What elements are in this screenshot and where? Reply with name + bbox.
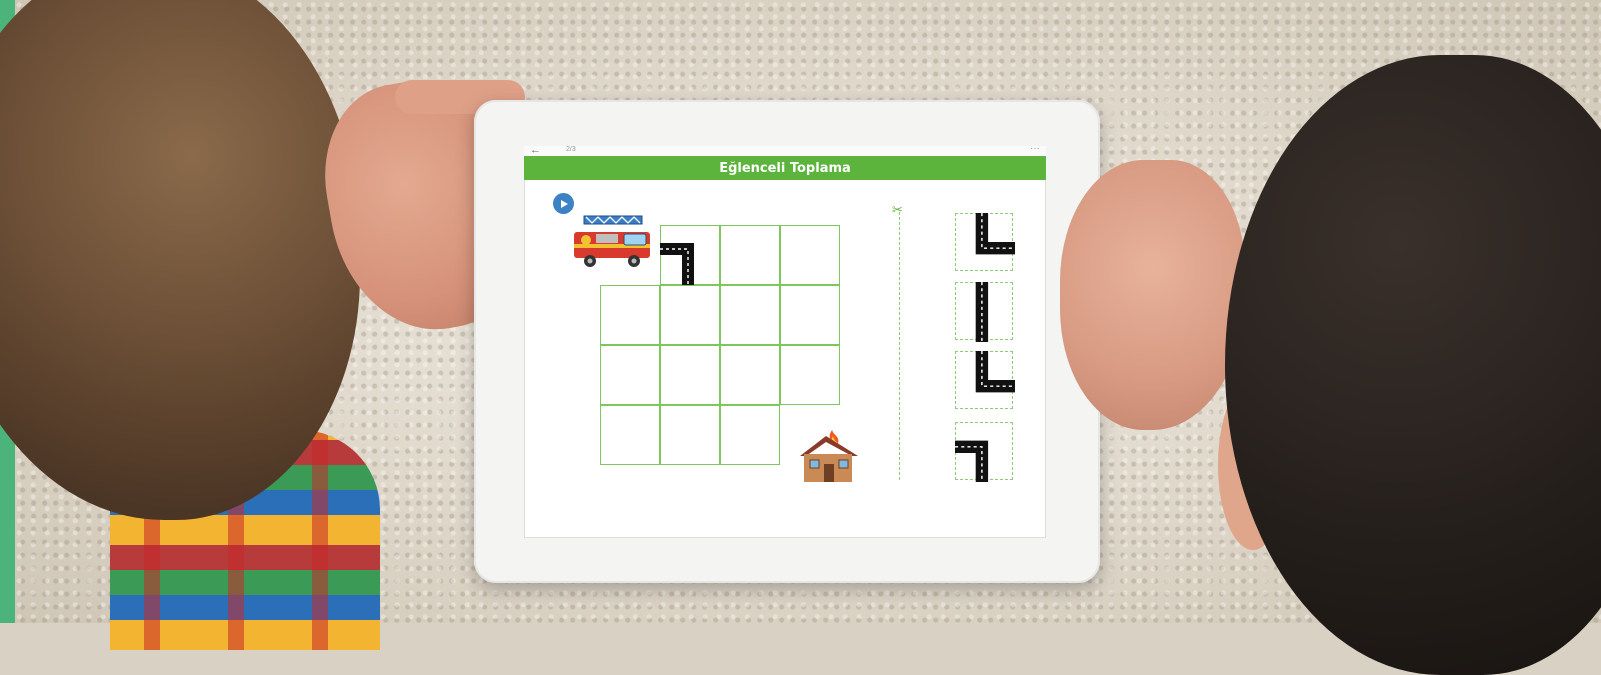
- arrow-left-icon[interactable]: ←: [530, 146, 541, 156]
- more-dots-icon[interactable]: ···: [1030, 146, 1040, 154]
- road-corner-up-right-icon[interactable]: [955, 351, 1015, 411]
- play-icon: [560, 199, 568, 208]
- child-head-left: [0, 0, 360, 520]
- grid-cell[interactable]: [720, 345, 780, 405]
- road-corner-up-right-icon[interactable]: [955, 213, 1015, 273]
- grid-cell[interactable]: [660, 345, 720, 405]
- grid-cell[interactable]: [720, 405, 780, 465]
- title-bar: Eğlenceli Toplama: [524, 156, 1046, 180]
- grid-cell[interactable]: [720, 285, 780, 345]
- tray-divider: [899, 212, 900, 480]
- grid-cell[interactable]: [600, 345, 660, 405]
- play-button[interactable]: [553, 193, 574, 214]
- grid-cell[interactable]: [780, 285, 840, 345]
- progress-indicator: 2/3: [566, 146, 576, 153]
- grid-cell[interactable]: [720, 225, 780, 285]
- road-straight-vertical-icon[interactable]: [955, 282, 1015, 342]
- grid-cell[interactable]: [660, 405, 720, 465]
- fire-truck-icon: [574, 215, 650, 267]
- child-hand-right: [1060, 160, 1245, 430]
- grid-cell[interactable]: [780, 345, 840, 405]
- scissors-icon: ✂: [892, 202, 903, 217]
- road-corner-right-down-icon[interactable]: [955, 422, 1015, 482]
- road-corner-right-down-icon[interactable]: [660, 225, 720, 285]
- grid-cell[interactable]: [660, 285, 720, 345]
- burning-house-icon: [800, 430, 858, 482]
- grid-cell[interactable]: [780, 225, 840, 285]
- tablet-screen: ← 2/3 ··· Eğlenceli Toplama ✂: [524, 146, 1046, 538]
- grid-cell[interactable]: [600, 285, 660, 345]
- app-top-bar: ← 2/3 ···: [524, 146, 1046, 156]
- grid-cell[interactable]: [600, 405, 660, 465]
- page-title: Eğlenceli Toplama: [719, 160, 851, 176]
